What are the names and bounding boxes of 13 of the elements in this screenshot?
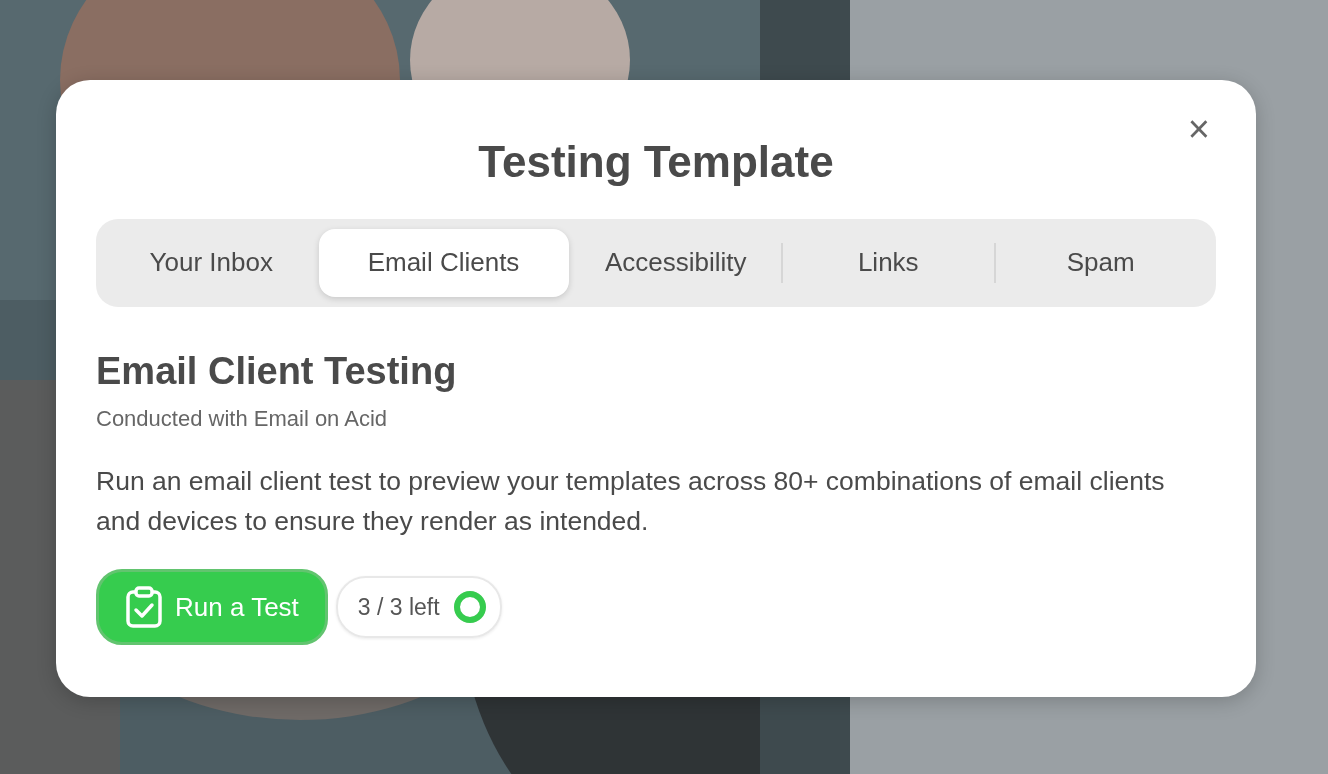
close-button[interactable]: ×	[1181, 110, 1216, 148]
tab[interactable]: Your Inbox	[106, 228, 317, 297]
ring-icon	[451, 589, 488, 626]
description: Run an email client test to preview your templates across 80+ combinations of email clients and devices to ensure they render as intended.	[96, 465, 1166, 539]
tab[interactable]: Links	[783, 228, 994, 297]
tab[interactable]: Email Clients	[318, 228, 569, 297]
tab[interactable]: Spam	[995, 228, 1206, 297]
tab[interactable]: Accessibility	[570, 228, 781, 297]
clipboard-check-icon	[125, 586, 163, 629]
dialog-title: Testing Template	[477, 136, 835, 188]
quota-text: 3 / 3 left	[357, 593, 440, 623]
section-subtitle: Conducted with Email on Acid	[96, 405, 389, 434]
section-title: Email Client Testing	[96, 348, 458, 394]
